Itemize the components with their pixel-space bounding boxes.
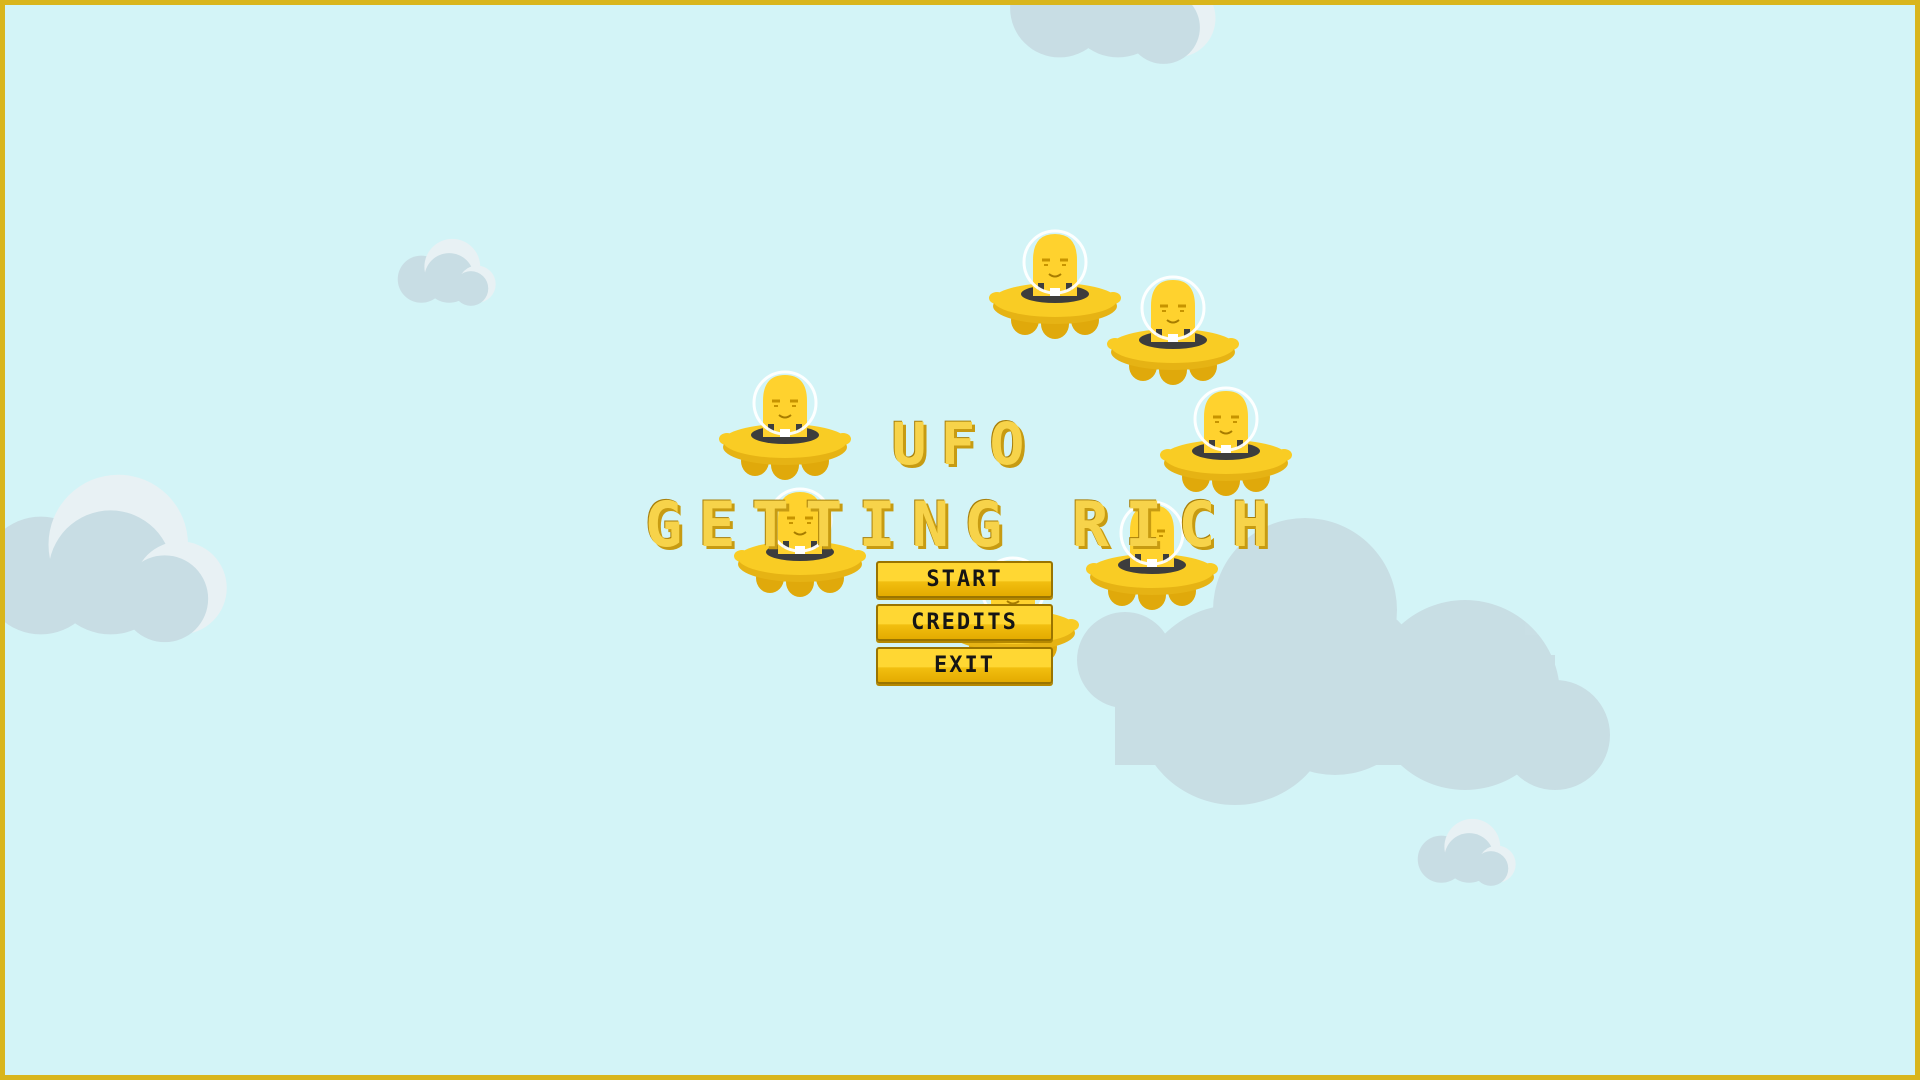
game-screen: UFO GETTING RICH START CREDITS EXIT [0, 0, 1920, 1080]
game-title-line-1: UFO [891, 410, 1039, 478]
game-title-line-2: GETTING RICH [645, 488, 1285, 561]
exit-button[interactable]: EXIT [876, 647, 1053, 684]
start-button[interactable]: START [876, 561, 1053, 598]
credits-button[interactable]: CREDITS [876, 604, 1053, 641]
